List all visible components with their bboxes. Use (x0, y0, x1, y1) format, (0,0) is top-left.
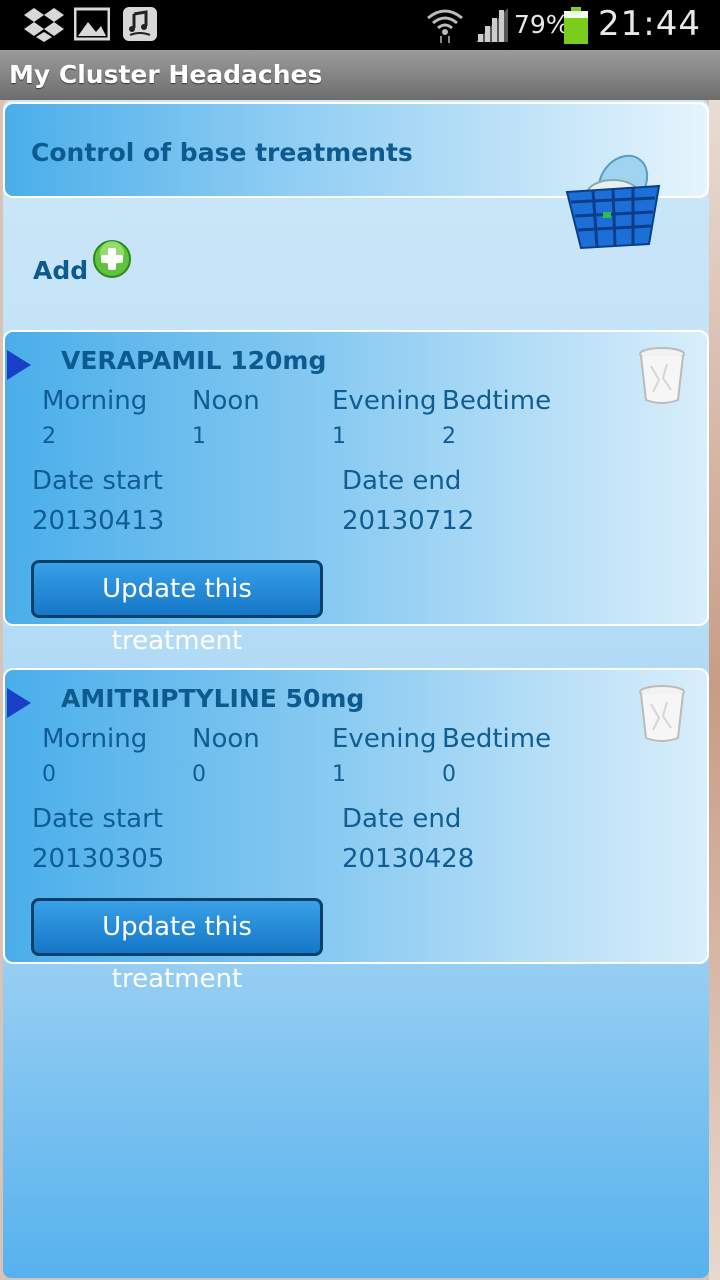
dropbox-icon (24, 6, 64, 46)
battery-percent: 79% (514, 10, 570, 39)
bedtime-value: 0 (442, 762, 456, 787)
date-end-value: 20130428 (342, 844, 475, 874)
treatment-card: AMITRIPTYLINE 50mg Morning Noon Evening … (3, 668, 709, 994)
morning-value: 0 (42, 762, 56, 787)
morning-label: Morning (42, 386, 148, 416)
noon-label: Noon (192, 724, 260, 754)
add-icon[interactable] (92, 239, 132, 283)
noon-value: 1 (192, 424, 206, 449)
gallery-icon (73, 6, 111, 46)
trash-icon[interactable] (637, 684, 687, 748)
app-title: My Cluster Headaches (9, 60, 323, 89)
evening-label: Evening (332, 386, 437, 416)
background-wallpaper (709, 100, 720, 1280)
clock: 21:44 (598, 4, 701, 44)
section-title: Control of base treatments (31, 138, 413, 167)
medication-name: AMITRIPTYLINE 50mg (61, 684, 365, 713)
morning-value: 2 (42, 424, 56, 449)
treatment-card: VERAPAMIL 120mg Morning Noon Evening Bed… (3, 330, 709, 656)
date-start-value: 20130305 (32, 844, 165, 874)
status-bar: 79% 21:44 (0, 0, 720, 50)
date-end-label: Date end (342, 466, 462, 496)
add-label: Add (33, 255, 89, 285)
expand-arrow-icon[interactable] (7, 350, 31, 384)
bedtime-label: Bedtime (442, 386, 552, 416)
battery-icon (563, 7, 589, 49)
evening-value: 1 (332, 762, 346, 787)
date-start-label: Date start (32, 804, 163, 834)
evening-value: 1 (332, 424, 346, 449)
date-end-label: Date end (342, 804, 462, 834)
expand-arrow-icon[interactable] (7, 688, 31, 722)
update-treatment-button[interactable]: Update this treatment (31, 560, 323, 656)
noon-label: Noon (192, 386, 260, 416)
update-treatment-button[interactable]: Update this treatment (31, 898, 323, 994)
treatments-panel: Control of base treatments Add VERAPAMIL… (3, 100, 709, 1278)
pill-basket-icon (563, 152, 663, 256)
add-treatment-button[interactable]: Add (33, 239, 132, 286)
trash-icon[interactable] (637, 346, 687, 410)
noon-value: 0 (192, 762, 206, 787)
app-title-bar: My Cluster Headaches (0, 50, 720, 100)
bedtime-value: 2 (442, 424, 456, 449)
morning-label: Morning (42, 724, 148, 754)
date-end-value: 20130712 (342, 506, 475, 536)
music-icon (122, 6, 158, 46)
date-start-value: 20130413 (32, 506, 165, 536)
bedtime-label: Bedtime (442, 724, 552, 754)
evening-label: Evening (332, 724, 437, 754)
date-start-label: Date start (32, 466, 163, 496)
wifi-icon (426, 6, 464, 48)
signal-icon (474, 6, 510, 48)
medication-name: VERAPAMIL 120mg (61, 346, 327, 375)
